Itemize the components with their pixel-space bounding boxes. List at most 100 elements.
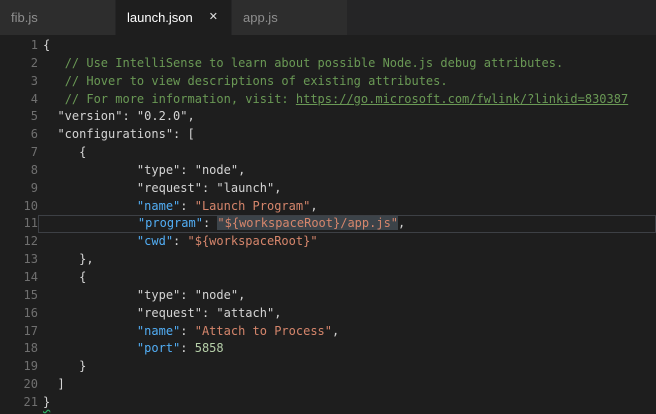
- comment-text: // Use IntelliSense to learn about possi…: [64, 55, 564, 70]
- property-key: "name": [136, 198, 181, 213]
- close-icon[interactable]: ✕: [207, 10, 220, 25]
- code-text: :: [180, 341, 195, 356]
- code-line-7[interactable]: 7 {: [0, 144, 656, 162]
- code-text: "request": "attach",: [43, 305, 282, 320]
- tab-bar: fib.js launch.json ✕ app.js: [0, 0, 656, 35]
- property-key: "port": [136, 341, 181, 356]
- code-line-6[interactable]: 6 "configurations": [: [0, 126, 656, 144]
- line-number[interactable]: 5: [0, 108, 38, 126]
- line-content[interactable]: {: [38, 37, 656, 55]
- line-content[interactable]: // For more information, visit: https://…: [38, 91, 656, 109]
- line-content[interactable]: "request": "attach",: [38, 305, 656, 323]
- property-key: "cwd": [136, 234, 174, 249]
- link-text[interactable]: https://go.microsoft.com/fwlink/?linkid=…: [296, 92, 628, 106]
- line-number[interactable]: 8: [0, 162, 38, 180]
- line-number[interactable]: 9: [0, 180, 38, 198]
- line-content[interactable]: },: [38, 251, 656, 269]
- line-number[interactable]: 13: [0, 251, 38, 269]
- line-number[interactable]: 7: [0, 144, 38, 162]
- code-line-10[interactable]: 10 "name": "Launch Program",: [0, 198, 656, 216]
- code-line-5[interactable]: 5 "version": "0.2.0",: [0, 108, 656, 126]
- code-line-18[interactable]: 18 "port": 5858: [0, 340, 656, 358]
- line-number[interactable]: 21: [0, 394, 38, 412]
- code-line-15[interactable]: 15 "type": "node",: [0, 287, 656, 305]
- line-number[interactable]: 16: [0, 305, 38, 323]
- line-content[interactable]: // Use IntelliSense to learn about possi…: [38, 55, 656, 73]
- line-content[interactable]: }: [38, 394, 656, 412]
- line-content[interactable]: ]: [38, 376, 656, 394]
- code-text: {: [43, 269, 87, 284]
- code-line-9[interactable]: 9 "request": "launch",: [0, 180, 656, 198]
- line-number[interactable]: 19: [0, 358, 38, 376]
- line-content[interactable]: // Hover to view descriptions of existin…: [38, 73, 656, 91]
- line-content[interactable]: "type": "node",: [38, 162, 656, 180]
- line-number[interactable]: 10: [0, 198, 38, 216]
- code-line-20[interactable]: 20 ]: [0, 376, 656, 394]
- warning-brace: }: [43, 394, 51, 409]
- code-text: {: [43, 38, 51, 52]
- code-text: "type": "node",: [43, 162, 246, 177]
- line-number[interactable]: 11: [0, 215, 38, 233]
- line-number[interactable]: 4: [0, 91, 38, 109]
- line-content[interactable]: {: [38, 144, 656, 162]
- line-content[interactable]: "cwd": "${workspaceRoot}": [38, 233, 656, 251]
- line-content[interactable]: "configurations": [: [38, 126, 656, 144]
- code-line-2[interactable]: 2 // Use IntelliSense to learn about pos…: [0, 55, 656, 73]
- comment-text: // For more information, visit:: [64, 91, 296, 106]
- line-content[interactable]: "port": 5858: [38, 340, 656, 358]
- vscode-window: fib.js launch.json ✕ app.js 1{2 // Use Inte…: [0, 0, 656, 414]
- editor-pane[interactable]: 1{2 // Use IntelliSense to learn about p…: [0, 35, 656, 414]
- line-number[interactable]: 20: [0, 376, 38, 394]
- line-content[interactable]: "name": "Launch Program",: [38, 198, 656, 216]
- selected-string-value: "${workspaceRoot}/app.js": [217, 216, 399, 231]
- current-line-content[interactable]: "program": "${workspaceRoot}/app.js",: [38, 215, 656, 234]
- code-line-8[interactable]: 8 "type": "node",: [0, 162, 656, 180]
- code-line-13[interactable]: 13 },: [0, 251, 656, 269]
- tab-fib-js[interactable]: fib.js: [0, 0, 116, 35]
- code-line-16[interactable]: 16 "request": "attach",: [0, 305, 656, 323]
- code-line-19[interactable]: 19 }: [0, 358, 656, 376]
- string-value: "Attach to Process": [194, 323, 333, 338]
- code-line-14[interactable]: 14 {: [0, 269, 656, 287]
- code-line-3[interactable]: 3 // Hover to view descriptions of exist…: [0, 73, 656, 91]
- code-line-4[interactable]: 4 // For more information, visit: https:…: [0, 91, 656, 109]
- tab-app-js[interactable]: app.js: [232, 0, 348, 35]
- property-key: "name": [136, 323, 181, 338]
- code-text: :: [202, 216, 218, 231]
- line-content[interactable]: "name": "Attach to Process",: [38, 323, 656, 341]
- line-content[interactable]: }: [38, 358, 656, 376]
- line-number[interactable]: 15: [0, 287, 38, 305]
- code-text: ]: [43, 377, 65, 392]
- line-number[interactable]: 14: [0, 269, 38, 287]
- line-number[interactable]: 17: [0, 323, 38, 341]
- code-text: :: [173, 234, 188, 249]
- line-number[interactable]: 6: [0, 126, 38, 144]
- code-text: :: [180, 198, 195, 213]
- code-line-1[interactable]: 1{: [0, 37, 656, 55]
- line-content[interactable]: "type": "node",: [38, 287, 656, 305]
- code-text: "version": "0.2.0",: [43, 109, 195, 124]
- line-number[interactable]: 3: [0, 73, 38, 91]
- code-line-17[interactable]: 17 "name": "Attach to Process",: [0, 323, 656, 341]
- tab-label: fib.js: [11, 10, 38, 25]
- code-text: },: [43, 252, 94, 267]
- code-line-21[interactable]: 21}: [0, 394, 656, 412]
- line-content[interactable]: {: [38, 269, 656, 287]
- code-line-12[interactable]: 12 "cwd": "${workspaceRoot}": [0, 233, 656, 251]
- line-content[interactable]: "version": "0.2.0",: [38, 108, 656, 126]
- line-number[interactable]: 1: [0, 37, 38, 55]
- line-number[interactable]: 18: [0, 340, 38, 358]
- code-text: ,: [310, 198, 318, 213]
- line-content[interactable]: "request": "launch",: [38, 180, 656, 198]
- tab-launch-json[interactable]: launch.json ✕: [116, 0, 232, 35]
- line-number[interactable]: 12: [0, 233, 38, 251]
- line-number[interactable]: 2: [0, 55, 38, 73]
- code-text: ,: [398, 216, 406, 231]
- code-line-11[interactable]: 11 "program": "${workspaceRoot}/app.js",: [0, 215, 656, 234]
